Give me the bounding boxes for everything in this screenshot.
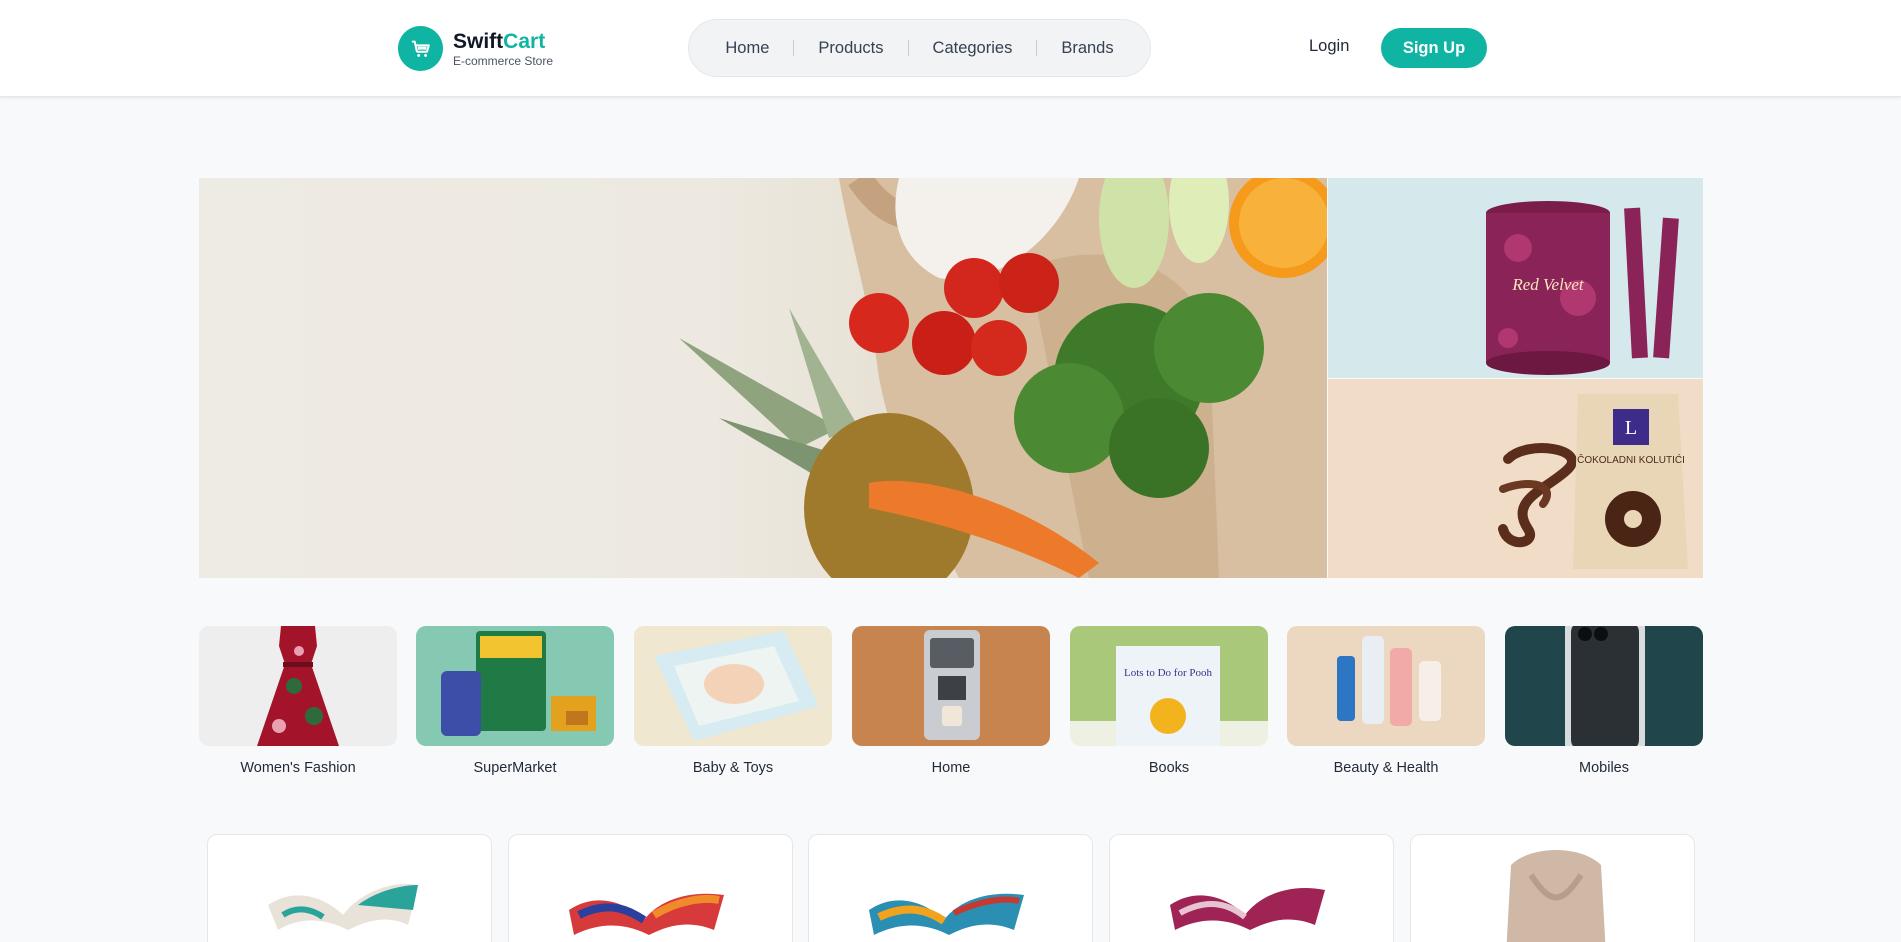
nav-brands[interactable]: Brands	[1037, 39, 1137, 58]
category-baby-toys[interactable]: Baby & Toys	[634, 626, 832, 776]
chocolate-rings-image: L ČOKOLADNI KOLUTIĆI	[1498, 394, 1688, 569]
category-supermarket[interactable]: SuperMarket	[416, 626, 614, 776]
hero-banner-groceries[interactable]	[199, 178, 1327, 578]
logo[interactable]: SwiftCart E-commerce Store	[398, 26, 553, 71]
nav-categories[interactable]: Categories	[909, 39, 1037, 58]
baby-toys-image	[634, 626, 832, 746]
category-books[interactable]: Lots to Do for Pooh Books	[1070, 626, 1268, 776]
groceries-bag-image	[679, 178, 1327, 578]
brand-name-accent: Cart	[503, 29, 546, 53]
signup-button[interactable]: Sign Up	[1381, 28, 1487, 68]
nav-home[interactable]: Home	[701, 39, 793, 58]
promo-banner-chocolate[interactable]: L ČOKOLADNI KOLUTIĆI	[1328, 379, 1703, 578]
category-label: Beauty & Health	[1333, 760, 1439, 776]
login-link[interactable]: Login	[1309, 37, 1349, 56]
cart-icon	[398, 26, 443, 71]
nav-products[interactable]: Products	[794, 39, 907, 58]
wafer-brand-text: Red Velvet	[1511, 275, 1585, 294]
product-card[interactable]	[1410, 834, 1695, 942]
scarf-image	[569, 893, 724, 935]
supermarket-image	[416, 626, 614, 746]
svg-text:L: L	[1625, 417, 1637, 439]
scarf-image	[1170, 887, 1325, 930]
category-womens-fashion[interactable]: Women's Fashion	[199, 626, 397, 776]
mobiles-image	[1505, 626, 1703, 746]
category-label: Women's Fashion	[240, 760, 356, 776]
books-image: Lots to Do for Pooh	[1070, 626, 1268, 746]
category-label: Books	[1148, 760, 1190, 776]
scarf-image	[268, 884, 418, 930]
home-appliance-image	[852, 626, 1050, 746]
brand-tagline: E-commerce Store	[453, 53, 554, 68]
womens-fashion-image	[199, 626, 397, 746]
category-label: Baby & Toys	[692, 760, 774, 776]
category-label: Home	[931, 760, 971, 776]
product-card[interactable]	[508, 834, 793, 942]
brand-name-main: Swift	[453, 29, 504, 53]
product-card[interactable]	[1109, 834, 1394, 942]
main-nav: Home Products Categories Brands	[688, 19, 1151, 77]
category-mobiles[interactable]: Mobiles	[1505, 626, 1703, 776]
brand-name: SwiftCart	[453, 31, 553, 52]
category-label: SuperMarket	[473, 760, 557, 776]
scarf-image	[1506, 850, 1606, 942]
site-header: SwiftCart E-commerce Store Home Products…	[0, 0, 1901, 97]
category-label: Mobiles	[1579, 760, 1629, 776]
book-title-text: Lots to Do for Pooh	[1124, 667, 1213, 679]
promo-banner-wafer[interactable]: Red Velvet	[1328, 178, 1703, 378]
wafer-rolls-image: Red Velvet	[1486, 201, 1679, 375]
product-card[interactable]	[808, 834, 1093, 942]
category-beauty-health[interactable]: Beauty & Health	[1287, 626, 1485, 776]
product-card[interactable]	[207, 834, 492, 942]
beauty-health-image	[1287, 626, 1485, 746]
category-home[interactable]: Home	[852, 626, 1050, 776]
scarf-image	[869, 893, 1024, 935]
chocolate-product-text: ČOKOLADNI KOLUTIĆI	[1577, 453, 1685, 466]
